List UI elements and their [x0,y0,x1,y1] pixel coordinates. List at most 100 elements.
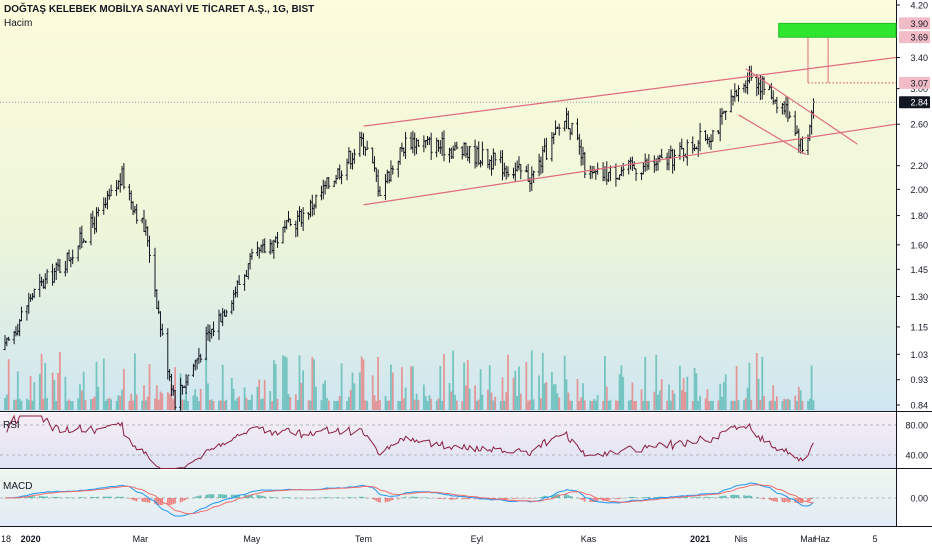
volume-bar-240 [618,374,621,410]
volume-bar-111 [287,394,290,410]
volume-bar-237 [609,399,612,410]
macd-hist-296 [761,498,764,499]
volume-bar-93 [243,387,246,410]
macd-hist-253 [653,497,656,498]
volume-bar-161 [415,393,418,410]
volume-bar-171 [441,400,444,410]
volume-bar-206 [530,350,533,410]
volume-bar-134 [348,396,350,410]
macd-hist-294 [757,497,760,499]
price-tick-label-13: 0.84 [910,401,928,411]
macd-hist-237 [609,498,612,500]
macd-hist-21 [57,497,59,498]
volume-bar-299 [770,400,773,410]
price-tick-label-3: 2.60 [910,120,928,130]
volume-bar-235 [605,386,608,410]
macd-hist-146 [377,498,379,502]
volume-bar-9 [27,399,30,410]
rsi-pane-background [0,413,896,468]
price-pane-background [0,0,896,411]
volume-bar-178 [461,401,464,410]
macd-hist-315 [810,498,813,500]
volume-bar-31 [82,371,85,410]
macd-hist-155 [401,497,403,499]
volume-bar-204 [527,400,529,410]
volume-bar-305 [785,399,787,410]
volume-bar-215 [554,384,557,410]
macd-hist-162 [417,497,420,498]
macd-hist-40 [106,496,109,498]
volume-bar-75 [196,396,198,410]
volume-bar-6 [18,398,21,410]
volume-bar-142 [366,400,369,410]
macd-hist-177 [456,498,458,500]
macd-hist-225 [580,498,582,500]
volume-bar-122 [315,386,317,410]
volume-bar-97 [251,394,253,410]
volume-bar-239 [616,400,619,410]
macd-hist-137 [353,497,356,498]
volume-bar-138 [358,372,361,410]
volume-bar-243 [627,400,630,410]
volume-bar-188 [487,389,489,410]
volume-bar-303 [781,401,784,410]
macd-hist-124 [322,497,325,498]
macd-hist-18 [51,496,54,498]
volume-bar-130 [337,400,339,410]
volume-bar-124 [322,383,325,410]
macd-hist-71 [185,498,187,500]
macd-hist-119 [309,497,312,499]
volume-bar-287 [737,400,740,410]
volume-bar-0 [4,397,6,410]
volume-bar-103 [269,391,272,410]
macd-hist-83 [218,494,220,498]
macd-hist-274 [706,497,709,498]
price-badge-label-0: 3.90 [910,19,928,29]
volume-bar-104 [271,401,273,410]
volume-bar-234 [604,356,606,410]
volume-bar-159 [412,366,414,410]
volume-bar-141 [364,400,367,410]
volume-bar-201 [518,366,520,410]
macd-hist-193 [499,498,502,499]
macd-hist-198 [512,498,515,500]
volume-bar-280 [721,396,723,410]
volume-bar-54 [143,385,145,410]
volume-bar-261 [671,389,674,410]
volume-bar-88 [230,378,233,410]
macd-hist-52 [135,498,138,502]
volume-bar-40 [106,399,109,410]
price-tick-label-1: 3.40 [910,53,928,63]
time-label-1: 2020 [21,534,41,544]
volume-bar-166 [428,395,431,410]
macd-hist-72 [187,498,189,499]
volume-bar-221 [569,400,572,410]
volume-bar-36 [95,361,98,410]
volume-bar-192 [494,396,497,410]
macd-hist-68 [179,498,182,503]
volume-bar-72 [187,400,189,410]
macd-hist-283 [730,495,732,498]
volume-bar-118 [307,400,310,410]
volume-bar-222 [571,400,573,410]
volume-bar-131 [338,396,341,410]
volume-bar-308 [794,395,797,410]
volume-bar-110 [285,357,288,410]
macd-hist-172 [443,498,445,500]
macd-hist-223 [576,497,579,498]
volume-bar-41 [108,397,111,410]
macd-hist-141 [364,497,367,499]
volume-bar-139 [360,356,363,410]
macd-hist-101 [262,495,264,498]
macd-hist-277 [712,497,714,498]
time-label-10: Haz [814,534,831,544]
volume-bar-147 [379,400,381,410]
volume-bar-181 [466,360,469,410]
volume-bar-154 [399,401,401,410]
volume-bar-208 [538,375,540,410]
volume-bar-263 [679,365,681,410]
macd-hist-287 [737,495,740,498]
macd-hist-122 [315,497,317,499]
macd-hist-31 [82,497,85,498]
macd-hist-305 [785,498,787,502]
